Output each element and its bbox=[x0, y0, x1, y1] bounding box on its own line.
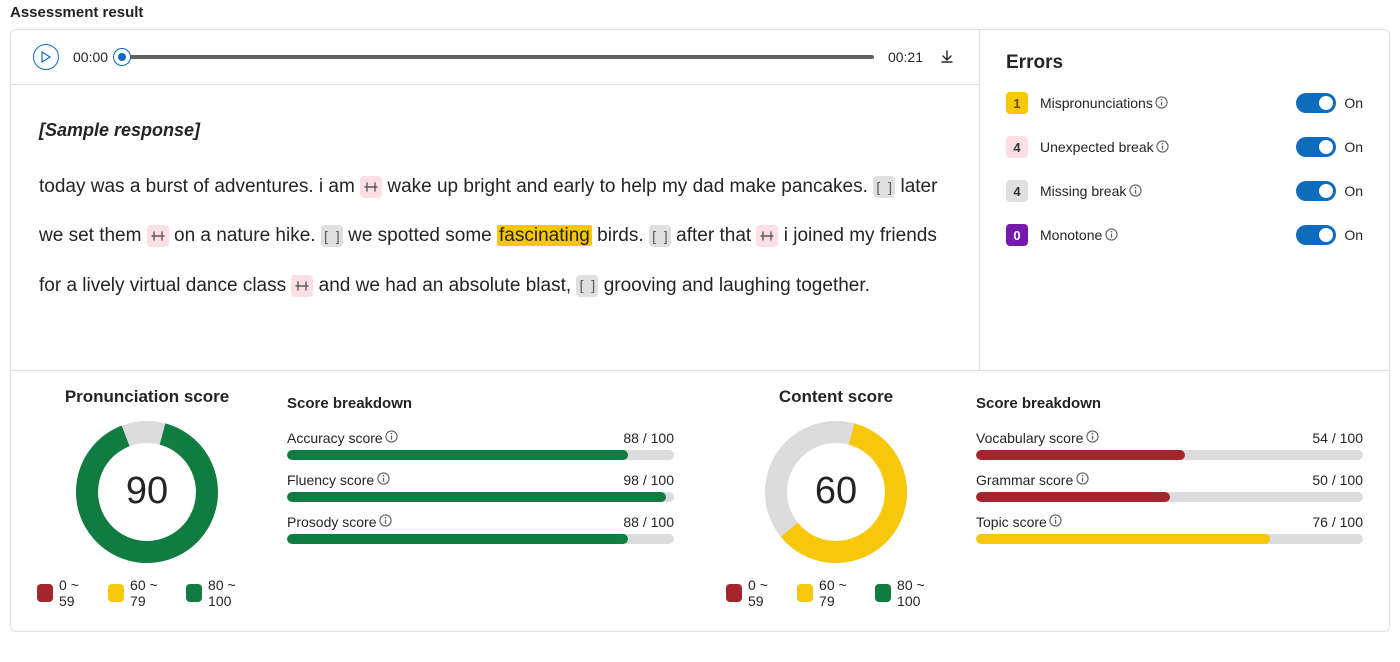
toggle-state: On bbox=[1344, 139, 1363, 155]
breakdown-title: Score breakdown bbox=[976, 395, 1363, 412]
info-icon[interactable] bbox=[378, 514, 392, 528]
download-button[interactable] bbox=[937, 47, 957, 67]
bar-label: Vocabulary score bbox=[976, 430, 1099, 446]
error-toggle[interactable] bbox=[1296, 225, 1336, 245]
toggle-state: On bbox=[1344, 183, 1363, 199]
errors-pane: Errors 1 Mispronunciations On 4 Unexpected b… bbox=[979, 30, 1389, 370]
score-block: Content score 60 0 ~ 59 60 ~ 79 80 ~ 100 Scor… bbox=[700, 383, 1389, 609]
legend: 0 ~ 59 60 ~ 79 80 ~ 100 bbox=[37, 577, 257, 609]
error-toggle[interactable] bbox=[1296, 181, 1336, 201]
transcript: [Sample response] today was a burst of a… bbox=[11, 85, 979, 370]
error-count-badge: 1 bbox=[1006, 92, 1028, 114]
seek-slider[interactable] bbox=[122, 47, 874, 67]
bar-value: 76 / 100 bbox=[1312, 514, 1363, 530]
error-row: 4 Missing break On bbox=[1006, 180, 1363, 202]
score-gauge: 90 bbox=[72, 417, 222, 567]
error-count-badge: 0 bbox=[1006, 224, 1028, 246]
error-count-badge: 4 bbox=[1006, 180, 1028, 202]
score-bar: Accuracy score 88 / 100 bbox=[287, 430, 674, 460]
breakdown-title: Score breakdown bbox=[287, 395, 674, 412]
transcript-text: on a nature hike. bbox=[169, 225, 321, 246]
transcript-text: birds. bbox=[592, 225, 649, 246]
bar-value: 54 / 100 bbox=[1312, 430, 1363, 446]
mispronunciation-highlight[interactable]: fascinating bbox=[497, 225, 592, 246]
score-gauge: 60 bbox=[761, 417, 911, 567]
bar-value: 88 / 100 bbox=[623, 514, 674, 530]
section-title: Assessment result bbox=[10, 0, 1390, 25]
score-bar: Topic score 76 / 100 bbox=[976, 514, 1363, 544]
unexpected-break-marker[interactable] bbox=[147, 225, 169, 247]
bar-value: 98 / 100 bbox=[623, 472, 674, 488]
missing-break-marker[interactable]: [ ] bbox=[873, 176, 895, 198]
bar-label: Topic score bbox=[976, 514, 1063, 530]
score-bar: Prosody score 88 / 100 bbox=[287, 514, 674, 544]
error-label: Monotone bbox=[1040, 227, 1118, 243]
legend: 0 ~ 59 60 ~ 79 80 ~ 100 bbox=[726, 577, 946, 609]
legend-item: 80 ~ 100 bbox=[875, 577, 946, 609]
assessment-panel: 00:00 00:21 [Sample response] today was … bbox=[10, 29, 1390, 632]
transcript-text: we spotted some bbox=[343, 225, 497, 246]
score-bar: Grammar score 50 / 100 bbox=[976, 472, 1363, 502]
bar-label: Prosody score bbox=[287, 514, 392, 530]
error-row: 4 Unexpected break On bbox=[1006, 136, 1363, 158]
error-label: Unexpected break bbox=[1040, 139, 1170, 155]
error-row: 1 Mispronunciations On bbox=[1006, 92, 1363, 114]
bar-label: Fluency score bbox=[287, 472, 390, 488]
score-bar: Fluency score 98 / 100 bbox=[287, 472, 674, 502]
unexpected-break-marker[interactable] bbox=[360, 176, 382, 198]
error-label: Missing break bbox=[1040, 183, 1142, 199]
error-toggle[interactable] bbox=[1296, 137, 1336, 157]
transcript-text: today was a burst of adventures. i am bbox=[39, 176, 360, 197]
toggle-state: On bbox=[1344, 227, 1363, 243]
missing-break-marker[interactable]: [ ] bbox=[321, 225, 343, 247]
info-icon[interactable] bbox=[1155, 95, 1169, 109]
legend-item: 80 ~ 100 bbox=[186, 577, 257, 609]
legend-item: 60 ~ 79 bbox=[108, 577, 172, 609]
error-count-badge: 4 bbox=[1006, 136, 1028, 158]
score-block: Pronunciation score 90 0 ~ 59 60 ~ 79 80 ~ 1… bbox=[11, 383, 700, 609]
transcript-text: after that bbox=[671, 225, 757, 246]
legend-item: 60 ~ 79 bbox=[797, 577, 861, 609]
info-icon[interactable] bbox=[1128, 183, 1142, 197]
info-icon[interactable] bbox=[1049, 514, 1063, 528]
toggle-state: On bbox=[1344, 95, 1363, 111]
info-icon[interactable] bbox=[376, 472, 390, 486]
bar-value: 50 / 100 bbox=[1312, 472, 1363, 488]
bar-label: Grammar score bbox=[976, 472, 1089, 488]
time-current: 00:00 bbox=[73, 49, 108, 65]
transcript-text: and we had an absolute blast, bbox=[313, 275, 576, 296]
unexpected-break-marker[interactable] bbox=[291, 275, 313, 297]
unexpected-break-marker[interactable] bbox=[756, 225, 778, 247]
legend-item: 0 ~ 59 bbox=[726, 577, 783, 609]
score-title: Pronunciation score bbox=[65, 387, 229, 407]
error-label: Mispronunciations bbox=[1040, 95, 1169, 111]
gauge-value: 90 bbox=[72, 417, 222, 567]
score-bar: Vocabulary score 54 / 100 bbox=[976, 430, 1363, 460]
errors-title: Errors bbox=[1006, 52, 1363, 74]
error-toggle[interactable] bbox=[1296, 93, 1336, 113]
transcript-text: wake up bright and early to help my dad … bbox=[382, 176, 873, 197]
legend-item: 0 ~ 59 bbox=[37, 577, 94, 609]
bar-value: 88 / 100 bbox=[623, 430, 674, 446]
transcript-text: grooving and laughing together. bbox=[598, 275, 870, 296]
score-title: Content score bbox=[779, 387, 893, 407]
missing-break-marker[interactable]: [ ] bbox=[649, 225, 671, 247]
info-icon[interactable] bbox=[1075, 472, 1089, 486]
time-total: 00:21 bbox=[888, 49, 923, 65]
bar-label: Accuracy score bbox=[287, 430, 399, 446]
audio-player: 00:00 00:21 bbox=[11, 30, 979, 85]
play-button[interactable] bbox=[33, 44, 59, 70]
error-row: 0 Monotone On bbox=[1006, 224, 1363, 246]
info-icon[interactable] bbox=[1156, 139, 1170, 153]
info-icon[interactable] bbox=[1085, 430, 1099, 444]
sample-response-label: [Sample response] bbox=[39, 107, 951, 154]
missing-break-marker[interactable]: [ ] bbox=[576, 275, 598, 297]
info-icon[interactable] bbox=[385, 430, 399, 444]
info-icon[interactable] bbox=[1104, 227, 1118, 241]
gauge-value: 60 bbox=[761, 417, 911, 567]
